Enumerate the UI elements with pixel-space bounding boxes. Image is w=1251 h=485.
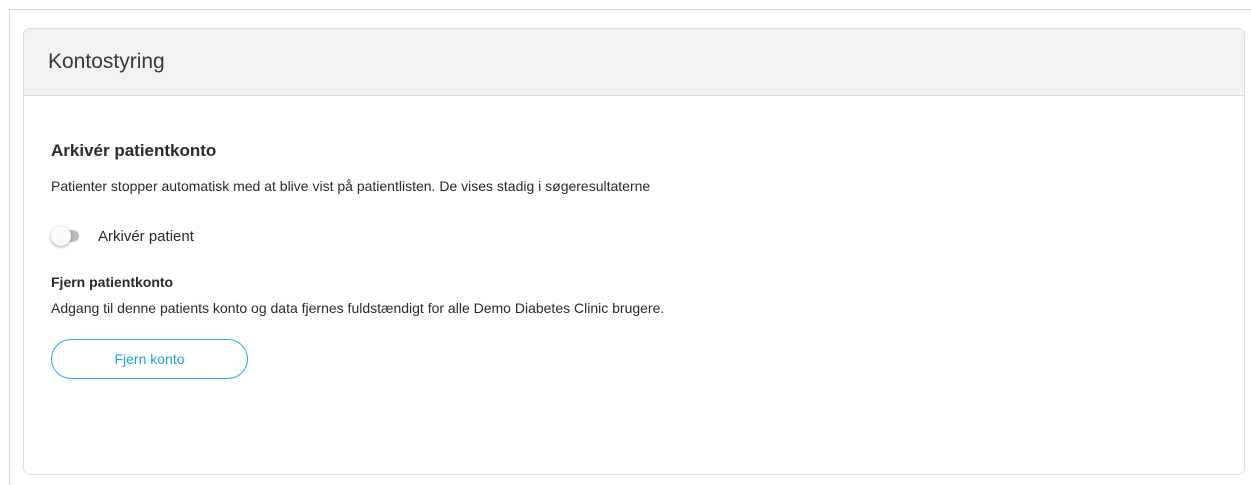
archive-section-title: Arkivér patientkonto bbox=[51, 141, 217, 160]
account-management-panel: Kontostyring Arkivér patientkonto Patien… bbox=[23, 28, 1245, 475]
archive-patient-label: Arkivér patient bbox=[98, 227, 194, 245]
remove-section-title: Fjern patientkonto bbox=[51, 274, 174, 290]
panel-title: Kontostyring bbox=[48, 50, 165, 73]
remove-account-button[interactable]: Fjern konto bbox=[51, 339, 248, 379]
archive-description: Patienter stopper automatisk med at bliv… bbox=[51, 178, 651, 194]
remove-description: Adgang til denne patients konto og data … bbox=[51, 300, 665, 316]
toggle-knob[interactable] bbox=[51, 226, 71, 246]
archive-patient-toggle-row[interactable]: Arkivér patient bbox=[51, 226, 194, 246]
panel-header: Kontostyring bbox=[24, 29, 1244, 96]
archive-patient-toggle[interactable] bbox=[51, 226, 79, 246]
